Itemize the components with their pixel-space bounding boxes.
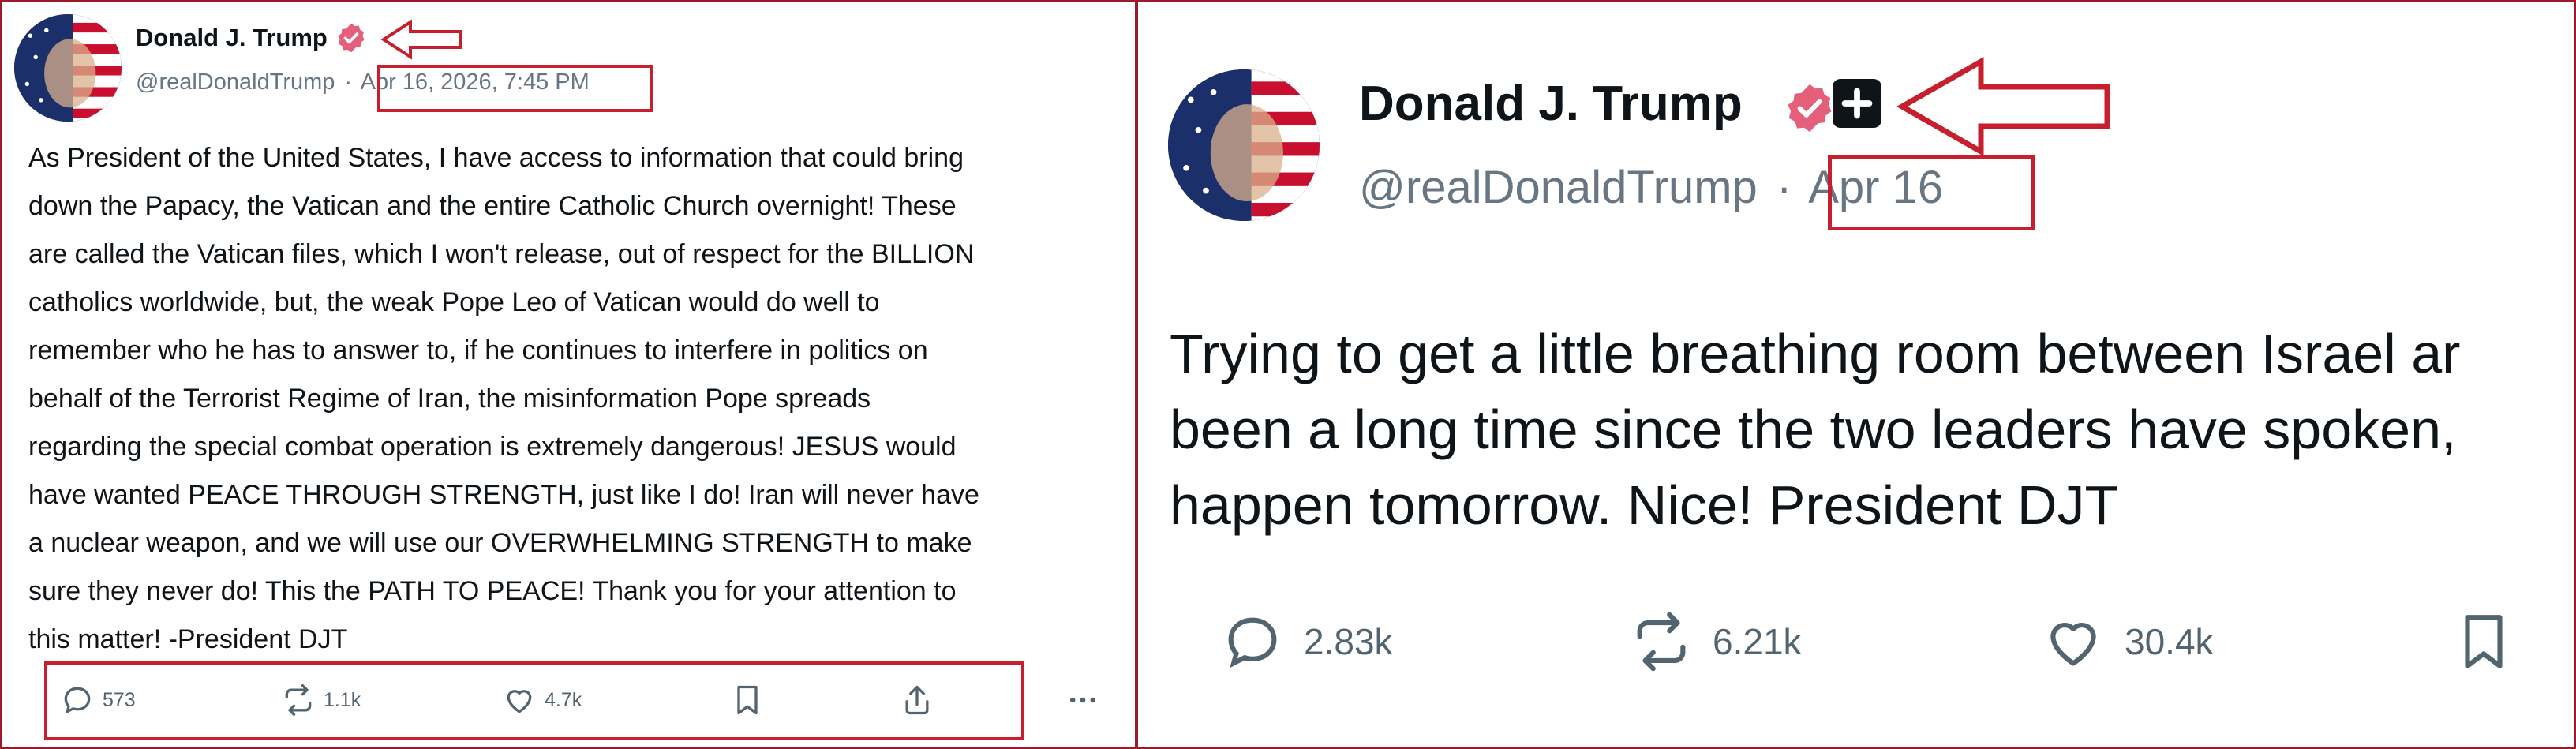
annotation-arrow-icon (380, 19, 462, 60)
meta-separator: · (344, 69, 353, 95)
reply-button[interactable]: 573 (60, 680, 136, 720)
avatar[interactable] (1168, 69, 1320, 221)
repost-icon (1637, 612, 1686, 672)
repost-button[interactable]: 6.21k (1629, 606, 1802, 677)
like-button[interactable]: 4.7k (502, 680, 582, 720)
repost-button[interactable]: 1.1k (281, 680, 361, 720)
display-name[interactable]: Donald J. Trump (136, 24, 328, 52)
timestamp-highlight-box (377, 65, 653, 112)
reply-icon (64, 687, 91, 714)
handle[interactable]: @realDonaldTrump (136, 69, 335, 95)
reply-button[interactable]: 2.83k (1220, 606, 1393, 677)
left-post: Donald J. Trump @realDonaldTrump · Apr 1… (0, 0, 1135, 749)
post-body-line: sure they never do! This the PATH TO PEA… (28, 576, 957, 606)
post-body-line: this matter! -President DJT (28, 624, 348, 654)
heart-icon (2050, 622, 2096, 666)
post-body-line: are called the Vatican files, which I wo… (28, 239, 975, 269)
bookmark-button[interactable] (730, 680, 773, 720)
meta-separator: · (1776, 162, 1792, 213)
reply-count: 2.83k (1304, 621, 1393, 662)
repost-icon (285, 684, 312, 716)
post-body-line: been a long time since the two leaders h… (1170, 399, 2457, 460)
post-body: Trying to get a little breathing room be… (1170, 316, 2576, 543)
post-body-line: regarding the special combat operation i… (28, 432, 957, 462)
verified-badge-icon (338, 23, 365, 53)
right-post: Donald J. Trump @realDonaldTrump · Apr 1… (1138, 0, 2576, 749)
bookmark-button[interactable] (2451, 606, 2535, 677)
post-body: As President of the United States, I hav… (28, 134, 1125, 664)
like-button[interactable]: 30.4k (2041, 606, 2214, 677)
share-button[interactable] (900, 680, 942, 720)
post-body-line: happen tomorrow. Nice! President DJT (1170, 474, 2119, 536)
repost-count: 6.21k (1713, 621, 1802, 662)
post-body-line: Trying to get a little breathing room be… (1170, 323, 2461, 384)
post-body-line: catholics worldwide, but, the weak Pope … (28, 287, 880, 317)
heart-icon (507, 690, 532, 713)
timestamp-highlight-box (1828, 155, 2035, 230)
post-body-line: down the Papacy, the Vatican and the ent… (28, 191, 957, 221)
avatar-image (1168, 69, 1320, 221)
repost-count: 1.1k (324, 688, 361, 711)
post-body-line: have wanted PEACE THROUGH STRENGTH, just… (28, 480, 979, 510)
more-button[interactable] (1065, 680, 1108, 720)
post-body-line: behalf of the Terrorist Regime of Iran, … (28, 384, 871, 414)
verified-badge-icon (1788, 84, 1832, 133)
like-count: 4.7k (545, 688, 582, 711)
avatar-image (14, 14, 122, 122)
display-name[interactable]: Donald J. Trump (1359, 76, 1743, 132)
bookmark-icon (737, 685, 758, 715)
post-body-line: a nuclear weapon, and we will use our OV… (28, 528, 972, 558)
plus-badge-icon (1833, 79, 1881, 128)
like-count: 30.4k (2125, 621, 2214, 662)
more-icon (1069, 697, 1096, 703)
post-body-line: remember who he has to answer to, if he … (28, 335, 928, 365)
share-icon (905, 685, 929, 715)
reply-icon (1228, 617, 1277, 668)
avatar[interactable] (14, 14, 122, 122)
reply-count: 573 (103, 688, 136, 711)
bookmark-icon (2465, 615, 2503, 668)
handle[interactable]: @realDonaldTrump (1359, 162, 1758, 213)
annotation-arrow-icon (1896, 56, 2110, 157)
post-body-line: As President of the United States, I hav… (28, 143, 964, 173)
